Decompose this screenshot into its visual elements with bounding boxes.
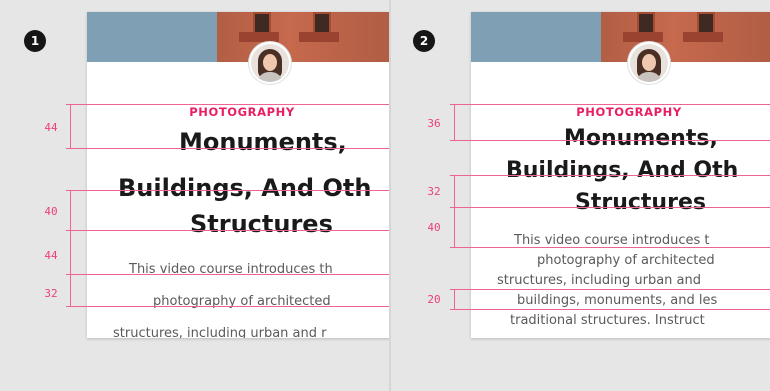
measure-bracket: [70, 230, 71, 274]
card-title-line: Monuments,: [564, 126, 718, 151]
spacing-label: 40: [427, 221, 441, 234]
author-avatar[interactable]: [628, 42, 670, 84]
category-label: PHOTOGRAPHY: [576, 105, 682, 119]
card-title-line: Structures: [190, 210, 333, 238]
measure-bracket: [454, 104, 455, 140]
card-body-line: buildings, monuments, and les: [517, 293, 718, 308]
card-body-line: This video course introduces t: [514, 233, 710, 248]
measure-bracket: [454, 175, 455, 207]
baseline-guide: [70, 306, 391, 307]
baseline-guide: [454, 289, 770, 290]
spacing-label: 36: [427, 117, 441, 130]
baseline-guide: [454, 175, 770, 176]
measure-bracket: [70, 274, 71, 306]
step-badge-2: 2: [413, 30, 435, 52]
baseline-guide: [454, 104, 770, 105]
measure-bracket: [70, 190, 71, 230]
baseline-guide: [70, 230, 391, 231]
card-body-line: traditional structures. Instruct: [510, 313, 705, 328]
card-title-line: Buildings, And Oth: [118, 174, 372, 202]
card-body-line: photography of architected: [537, 253, 715, 268]
spacing-label: 20: [427, 293, 441, 306]
measure-bracket: [70, 104, 71, 148]
spacing-label: 44: [44, 249, 58, 262]
card-title-line: Structures: [575, 190, 706, 215]
hero-image: [471, 12, 770, 62]
comparison-panel-1: 1 PHOTOGRAPHY Monuments, Buildings, And …: [0, 0, 391, 391]
baseline-guide: [70, 148, 391, 149]
baseline-guide: [70, 274, 391, 275]
author-avatar[interactable]: [249, 42, 291, 84]
comparison-panel-2: 2 PHOTOGRAPHY Monuments, Buildings, And …: [391, 0, 770, 391]
card-body-line: structures, including urban and r: [113, 326, 327, 338]
baseline-guide: [454, 207, 770, 208]
card-title-line: Monuments,: [179, 128, 347, 156]
baseline-guide: [454, 309, 770, 310]
measure-bracket: [454, 289, 455, 309]
spacing-label: 32: [427, 185, 441, 198]
spacing-label: 32: [44, 287, 58, 300]
baseline-guide: [70, 190, 391, 191]
measure-bracket: [454, 207, 455, 247]
spacing-label: 40: [44, 205, 58, 218]
spacing-label: 44: [44, 121, 58, 134]
course-card: PHOTOGRAPHY Monuments, Buildings, And Ot…: [87, 12, 391, 338]
baseline-guide: [70, 104, 391, 105]
hero-image: [87, 12, 391, 62]
baseline-guide: [454, 140, 770, 141]
step-badge-1: 1: [24, 30, 46, 52]
category-label: PHOTOGRAPHY: [189, 105, 295, 119]
card-body-line: structures, including urban and: [497, 273, 702, 288]
baseline-guide: [454, 247, 770, 248]
card-title-line: Buildings, And Oth: [506, 158, 739, 183]
